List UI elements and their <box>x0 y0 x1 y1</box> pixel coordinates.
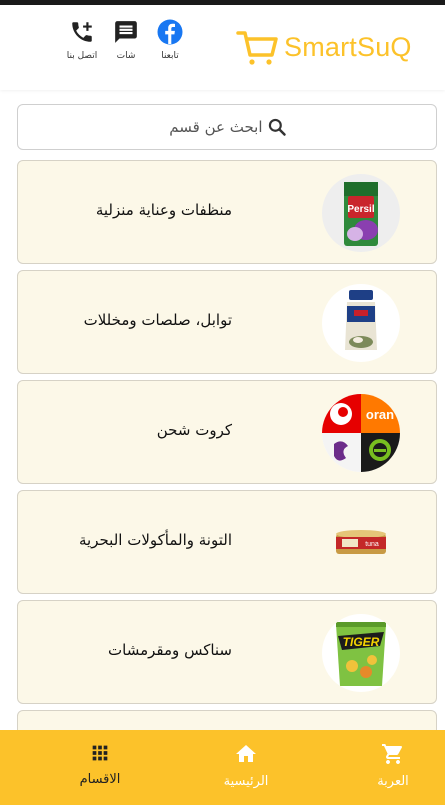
nav-cart[interactable]: العربة <box>353 742 433 789</box>
chips-bag-image: TIGER <box>322 614 400 692</box>
svg-text:oran: oran <box>366 407 394 422</box>
category-card-tuna[interactable]: tuna التونة والمأكولات البحرية <box>17 490 437 594</box>
category-list[interactable]: Persil منظفات وعناية منزلية توابل، صلصات… <box>17 160 437 730</box>
grid-icon <box>92 745 108 761</box>
contact-us-button[interactable]: اتصل بنا <box>52 19 112 61</box>
nav-home-label: الرئيسية <box>223 774 269 789</box>
nav-home[interactable]: الرئيسية <box>206 742 286 789</box>
search-icon <box>268 118 286 136</box>
nav-categories-label: الاقسام <box>79 772 121 787</box>
recharge-cards-logos-image: oran <box>322 394 400 472</box>
spice-jar-image <box>322 284 400 362</box>
home-icon <box>236 745 256 762</box>
nav-cart-label: العربة <box>377 774 409 789</box>
brand-name: SmartSuQ <box>284 31 412 62</box>
category-card-snacks[interactable]: TIGER سناكس ومقرمشات <box>17 600 437 704</box>
svg-text:TIGER: TIGER <box>343 635 380 649</box>
category-name: كروت شحن <box>156 421 232 439</box>
nav-categories[interactable]: الاقسام <box>60 742 140 787</box>
app-header: SmartSuQ تابعنا شات اتصل بنا <box>0 5 445 90</box>
category-name: التونة والمأكولات البحرية <box>79 531 232 549</box>
svg-text:Persil: Persil <box>347 204 374 215</box>
category-card-spices[interactable]: توابل، صلصات ومخللات <box>17 270 437 374</box>
search-input[interactable] <box>167 118 263 136</box>
chat-icon <box>115 21 137 43</box>
category-search[interactable] <box>17 104 437 150</box>
contact-us-label: اتصل بنا <box>66 51 98 61</box>
cart-icon <box>382 744 403 764</box>
category-name: توابل، صلصات ومخللات <box>83 311 232 329</box>
detergent-bottle-image: Persil <box>322 174 400 252</box>
category-name: منظفات وعناية منزلية <box>95 201 232 219</box>
facebook-icon <box>157 19 183 45</box>
brand-logo[interactable]: SmartSuQ <box>236 27 412 67</box>
bottom-navigation: الاقسام الرئيسية العربة <box>0 730 445 805</box>
add-call-icon <box>72 22 92 42</box>
tuna-can-image: tuna <box>322 504 400 582</box>
cart-logo-icon <box>236 31 278 65</box>
category-card-recharge[interactable]: oran كروت شحن <box>17 380 437 484</box>
category-name: سناكس ومقرمشات <box>108 641 232 659</box>
category-card-partial[interactable] <box>17 710 437 730</box>
svg-text:tuna: tuna <box>365 541 379 548</box>
category-card-detergents[interactable]: Persil منظفات وعناية منزلية <box>17 160 437 264</box>
